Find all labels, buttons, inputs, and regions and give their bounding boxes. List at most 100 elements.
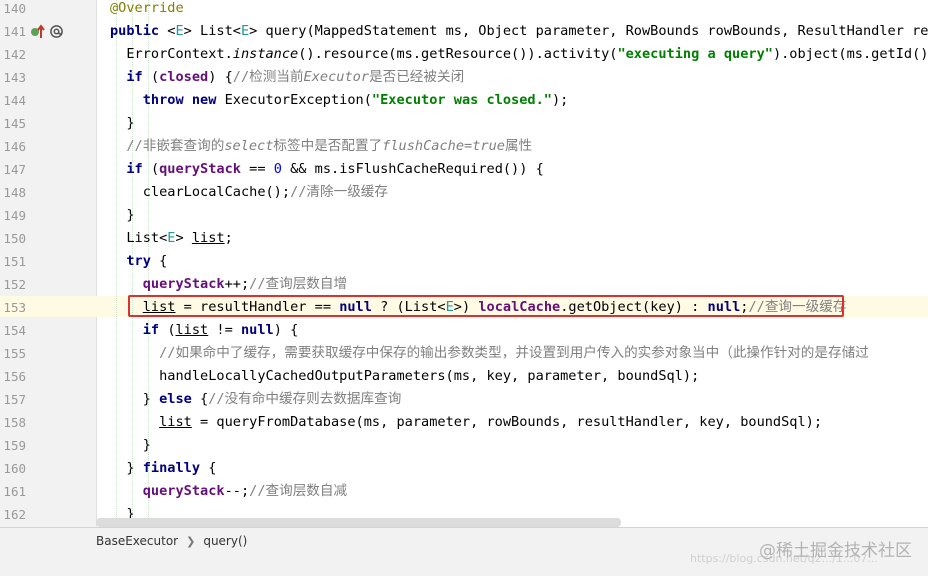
code-token: throw new [142, 92, 225, 108]
code-token: if [126, 69, 151, 85]
code-token: //如果命中了缓存，需要获取缓存中保存的输出参数类型，并设置到用户传入的实参对象… [110, 345, 869, 361]
code-line[interactable]: 161 queryStack--;//查询层数自减 [0, 480, 928, 503]
code-line[interactable]: 152 queryStack++;//查询层数自增 [0, 273, 928, 296]
code-line[interactable]: 150 List<E> list; [0, 227, 928, 250]
code-line[interactable]: 147 if (queryStack == 0 && ms.isFlushCac… [0, 158, 928, 181]
code-text: queryStack--;//查询层数自减 [110, 480, 347, 503]
code-token: queryStack [142, 276, 225, 292]
code-token: try [126, 253, 160, 269]
code-token: = queryFromDatabase(ms, parameter, rowBo… [191, 414, 823, 430]
code-editor[interactable]: 140 @Override 141 public <E> List<E> query(… [0, 0, 928, 527]
code-token: > [175, 230, 192, 246]
code-line[interactable]: 160 } finally { [0, 457, 928, 480]
code-token: if [142, 322, 168, 338]
line-number: 159 [3, 438, 26, 453]
line-number: 161 [3, 484, 26, 499]
code-text: } [110, 204, 134, 227]
code-token: 标签中是否配置了 [273, 138, 383, 154]
code-line[interactable]: 142 ErrorContext.instance().resource(ms.… [0, 43, 928, 66]
line-number: 151 [3, 254, 26, 269]
code-token: //非嵌套查询的 [110, 138, 225, 154]
code-token: ; [224, 230, 233, 246]
code-line[interactable]: 144 throw new ExecutorException("Executo… [0, 89, 928, 112]
code-line[interactable]: 158 list = queryFromDatabase(ms, paramet… [0, 411, 928, 434]
code-line[interactable]: 155 //如果命中了缓存，需要获取缓存中保存的输出参数类型，并设置到用户传入的… [0, 342, 928, 365]
code-text: public <E> List<E> query(MappedStatement… [110, 20, 928, 43]
code-token: public [110, 23, 168, 39]
line-number: 149 [3, 208, 26, 223]
override-arrow-icon[interactable] [30, 23, 46, 40]
code-line[interactable]: 157 } else {//没有命中缓存则去数据库查询 [0, 388, 928, 411]
code-token: && ms.isFlushCacheRequired()) { [281, 161, 544, 177]
code-token: ( [150, 69, 160, 85]
at-annotation-icon[interactable] [49, 24, 64, 39]
code-token: == [240, 161, 274, 177]
code-token: @Override [110, 0, 184, 16]
code-text: if (queryStack == 0 && ms.isFlushCacheRe… [110, 158, 544, 181]
code-line[interactable]: 141 public <E> List<E> query(MappedStatem… [0, 20, 928, 43]
code-line[interactable]: 148 clearLocalCache();//清除一级缓存 [0, 181, 928, 204]
code-token: closed [159, 69, 209, 85]
code-token: ++; [224, 276, 250, 292]
code-line[interactable]: 154 if (list != null) { [0, 319, 928, 342]
code-line[interactable]: 151 try { [0, 250, 928, 273]
code-token: ) { [208, 69, 233, 85]
code-token: "Executor was closed." [371, 92, 552, 108]
code-token: > query(MappedStatement ms, Object param… [249, 23, 928, 39]
horizontal-scrollbar[interactable] [96, 518, 621, 527]
code-token: ().resource(ms.getResource()).activity( [298, 46, 618, 62]
code-token: ExecutorException( [224, 92, 372, 108]
line-number: 155 [3, 346, 26, 361]
code-line[interactable]: 140 @Override [0, 0, 928, 20]
code-token: clearLocalCache(); [110, 184, 291, 200]
code-line[interactable]: 156 handleLocallyCachedOutputParameters(… [0, 365, 928, 388]
line-number: 154 [3, 323, 26, 338]
code-line[interactable]: 159 } [0, 434, 928, 457]
line-number: 160 [3, 461, 26, 476]
gutter-icons[interactable] [30, 20, 64, 43]
code-token: list [159, 414, 192, 430]
code-text: throw new ExecutorException("Executor wa… [110, 89, 569, 112]
code-text: list = queryFromDatabase(ms, parameter, … [110, 411, 822, 434]
line-number: 142 [3, 47, 26, 62]
code-text: List<E> list; [110, 227, 233, 250]
highlighted-line-box [128, 295, 844, 317]
code-token: } [110, 115, 135, 131]
code-token: queryStack [142, 483, 225, 499]
breadcrumb-item-method[interactable]: query() [203, 534, 247, 548]
code-line[interactable]: 143 if (closed) {//检测当前Executor是否已经被关闭 [0, 66, 928, 89]
line-number: 157 [3, 392, 26, 407]
line-number: 152 [3, 277, 26, 292]
line-number: 146 [3, 139, 26, 154]
breadcrumb-item-class[interactable]: BaseExecutor [96, 534, 178, 548]
line-number: 147 [3, 162, 26, 177]
code-token: Executor [303, 69, 370, 85]
chevron-right-icon: ❯ [186, 534, 196, 548]
code-line[interactable]: 149 } [0, 204, 928, 227]
code-token: list [175, 322, 209, 338]
code-token: ErrorContext. [110, 46, 233, 62]
code-token: E [175, 23, 184, 39]
code-line[interactable]: 146 //非嵌套查询的select标签中是否配置了flushCache=tru… [0, 135, 928, 158]
line-number: 144 [3, 93, 26, 108]
code-text: ErrorContext.instance().resource(ms.getR… [110, 43, 928, 66]
line-number: 158 [3, 415, 26, 430]
code-token: //没有命中缓存则去数据库查询 [208, 391, 402, 407]
line-number: 141 [3, 24, 26, 39]
code-text: @Override [110, 0, 184, 20]
code-token: { [200, 391, 209, 407]
code-token: --; [224, 483, 250, 499]
breadcrumb: BaseExecutor ❯ query() [96, 534, 247, 548]
code-token: 是否已经被关闭 [369, 69, 465, 85]
line-number: 145 [3, 116, 26, 131]
editor-breadcrumb-bar: BaseExecutor ❯ query() https://blog.csdn… [0, 527, 928, 576]
code-token: finally [142, 460, 209, 476]
code-text: //如果命中了缓存，需要获取缓存中保存的输出参数类型，并设置到用户传入的实参对象… [110, 342, 869, 365]
code-token: } [110, 391, 160, 407]
code-line[interactable]: 145 } [0, 112, 928, 135]
code-token: handleLocallyCachedOutputParameters(ms, … [110, 368, 700, 384]
code-token: if [126, 161, 151, 177]
